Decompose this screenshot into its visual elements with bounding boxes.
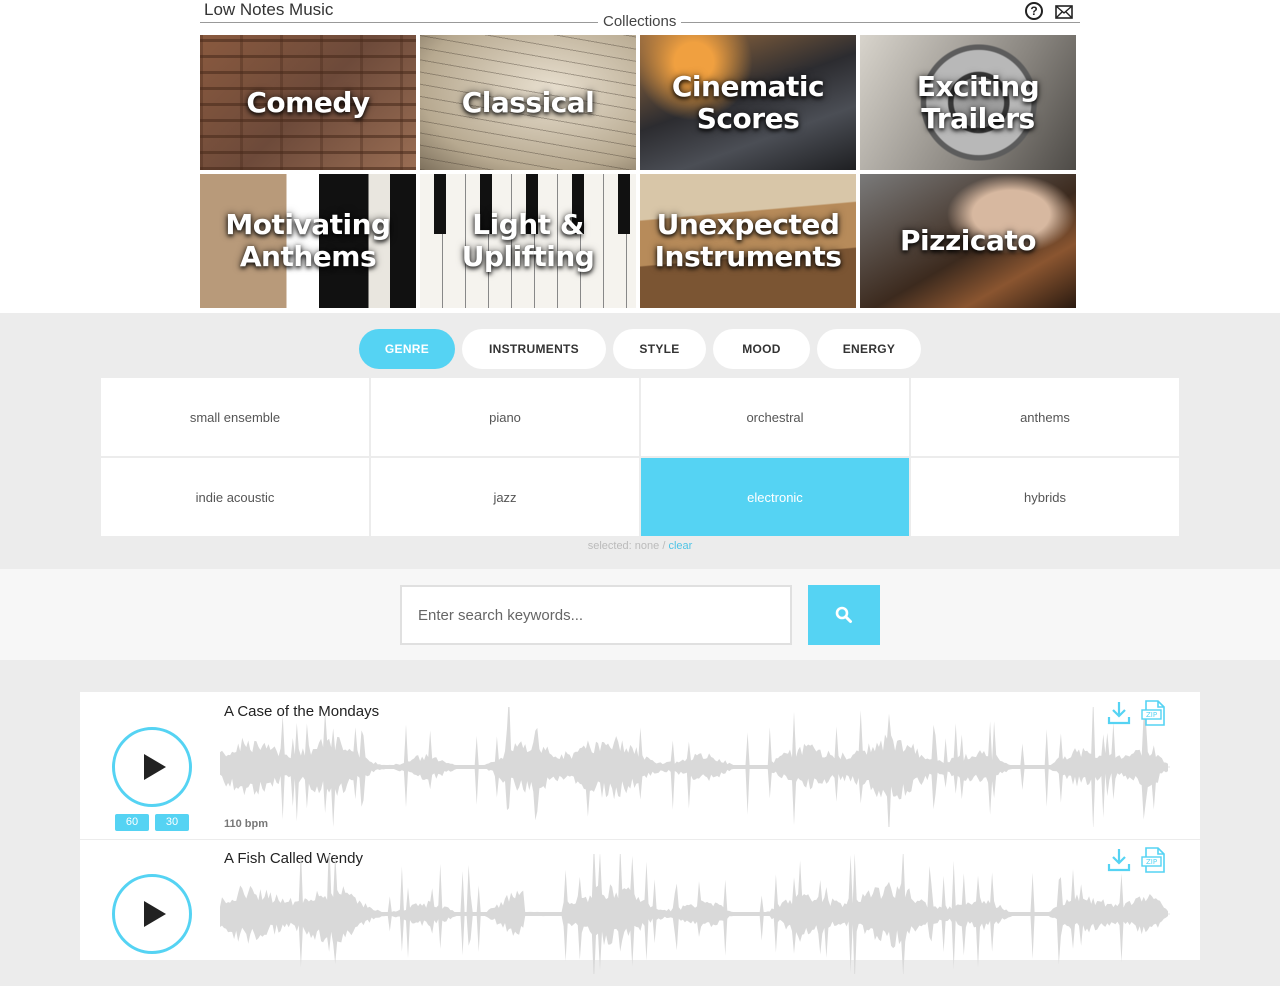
- genre-option-electronic[interactable]: electronic: [641, 458, 909, 536]
- search-bar: [0, 569, 1280, 660]
- collection-tile-exciting-trailers[interactable]: Exciting Trailers: [860, 35, 1076, 170]
- genre-option-indie-acoustic[interactable]: indie acoustic: [101, 458, 369, 536]
- svg-text:ZIP: ZIP: [1146, 711, 1157, 719]
- collection-tiles: Comedy Classical Cinematic Scores Exciti…: [200, 35, 1076, 308]
- collection-tile-cinematic-scores[interactable]: Cinematic Scores: [640, 35, 856, 170]
- collection-label: Comedy: [246, 85, 370, 119]
- collections-header: Low Notes Music Collections ? Comedy Cla…: [0, 0, 1280, 313]
- site-brand[interactable]: Low Notes Music: [204, 0, 333, 20]
- track-list: A Case of the Mondays 60 30 110 bpm ZIP …: [80, 692, 1200, 974]
- genre-option-hybrids[interactable]: hybrids: [911, 458, 1179, 536]
- collection-label: Pizzicato: [900, 224, 1036, 257]
- play-button[interactable]: [112, 727, 192, 807]
- zip-file-icon[interactable]: ZIP: [1140, 846, 1168, 874]
- edit-60-badge[interactable]: 60: [115, 814, 149, 831]
- collection-tile-pizzicato[interactable]: Pizzicato: [860, 174, 1076, 308]
- tab-mood[interactable]: MOOD: [713, 329, 810, 369]
- selection-status: selected: none / clear: [0, 540, 1280, 552]
- svg-text:ZIP: ZIP: [1146, 858, 1157, 866]
- collection-label: Motivating Anthems: [225, 208, 391, 273]
- genre-option-orchestral[interactable]: orchestral: [641, 378, 909, 456]
- genre-options: small ensemble piano orchestral anthems …: [101, 378, 1179, 536]
- tab-instruments[interactable]: INSTRUMENTS: [462, 329, 606, 369]
- play-icon: [143, 901, 166, 927]
- track-row: A Fish Called Wendy ZIP: [80, 839, 1200, 986]
- edit-30-badge[interactable]: 30: [155, 814, 189, 831]
- collection-tile-unexpected-instruments[interactable]: Unexpected Instruments: [640, 174, 856, 308]
- genre-option-piano[interactable]: piano: [371, 378, 639, 456]
- collection-label: Exciting Trailers: [916, 69, 1040, 135]
- collection-tile-motivating-anthems[interactable]: Motivating Anthems: [200, 174, 416, 308]
- track-row: A Case of the Mondays 60 30 110 bpm ZIP: [80, 692, 1200, 839]
- play-icon: [143, 754, 166, 780]
- tab-genre[interactable]: GENRE: [359, 329, 455, 369]
- zip-file-icon[interactable]: ZIP: [1140, 699, 1168, 727]
- collection-tile-comedy[interactable]: Comedy: [200, 35, 416, 170]
- track-waveform[interactable]: [220, 707, 1170, 827]
- clear-selection-link[interactable]: clear: [668, 540, 692, 552]
- search-input[interactable]: [400, 585, 792, 645]
- track-waveform[interactable]: [220, 854, 1170, 974]
- collection-tile-classical[interactable]: Classical: [420, 35, 636, 170]
- selection-text: selected: none /: [587, 540, 669, 552]
- collection-label: Unexpected Instruments: [654, 208, 842, 273]
- collection-label: Classical: [461, 85, 595, 119]
- filter-tabs: GENRE INSTRUMENTS STYLE MOOD ENERGY: [0, 329, 1280, 369]
- collection-tile-light-uplifting[interactable]: Light & Uplifting: [420, 174, 636, 308]
- genre-option-anthems[interactable]: anthems: [911, 378, 1179, 456]
- tab-style[interactable]: STYLE: [613, 329, 706, 369]
- genre-option-small-ensemble[interactable]: small ensemble: [101, 378, 369, 456]
- waveform-shape: [220, 707, 1168, 827]
- play-button[interactable]: [112, 874, 192, 954]
- waveform-shape: [220, 854, 1168, 974]
- magnifier-icon: [835, 606, 852, 623]
- collection-label: Cinematic Scores: [671, 69, 825, 135]
- collection-label: Light & Uplifting: [461, 208, 595, 273]
- genre-option-jazz[interactable]: jazz: [371, 458, 639, 536]
- tab-energy[interactable]: ENERGY: [817, 329, 921, 369]
- download-icon[interactable]: [1106, 847, 1132, 873]
- help-icon[interactable]: ?: [1025, 2, 1045, 22]
- search-button[interactable]: [808, 585, 880, 645]
- download-icon[interactable]: [1106, 700, 1132, 726]
- collections-heading: Collections: [598, 13, 682, 31]
- envelope-icon[interactable]: [1054, 2, 1074, 22]
